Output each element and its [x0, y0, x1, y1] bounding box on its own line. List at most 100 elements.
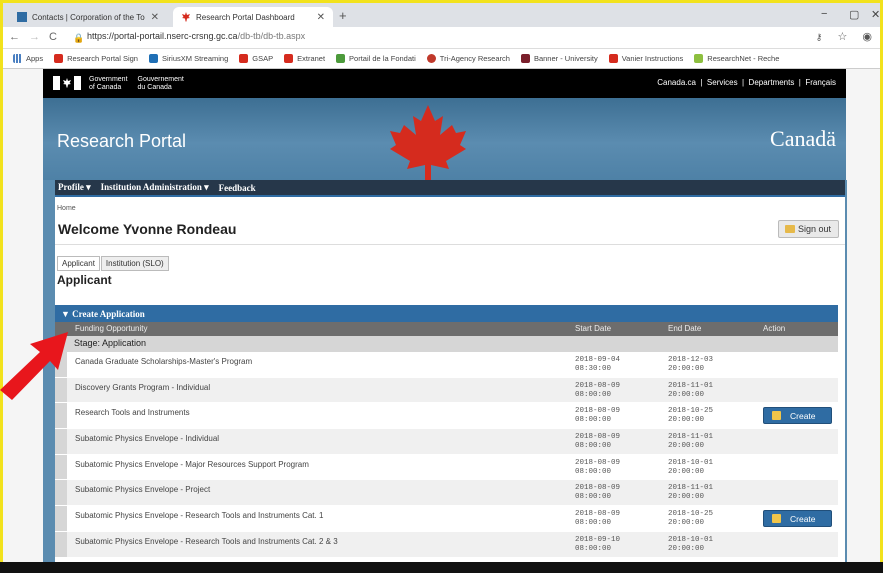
end-time: 20:00:00: [668, 416, 705, 425]
end-time: 20:00:00: [668, 544, 705, 553]
bookmark-research-portal[interactable]: Research Portal Sign: [54, 54, 138, 63]
browser-tab-label: Contacts | Corporation of the To: [32, 12, 145, 22]
start-date: 2018-08-09: [575, 407, 621, 416]
contacts-favicon-icon: [17, 12, 27, 22]
table-row[interactable]: Subatomic Physics Envelope - Individual 2…: [55, 429, 838, 455]
funding-opportunity-name: Research Tools and Instruments: [75, 408, 190, 418]
start-date: 2018-08-09: [575, 381, 621, 390]
table-row[interactable]: Subatomic Physics Envelope - Major Resou…: [55, 454, 838, 481]
menu-profile[interactable]: Profile ▾: [58, 182, 91, 193]
table-row[interactable]: Research Tools and Instruments 2018-08-09…: [55, 403, 838, 430]
start-date: 2018-08-09: [575, 510, 621, 519]
key-icon[interactable]: ⚷: [816, 32, 823, 42]
browser-tab-contacts[interactable]: Contacts | Corporation of the To ✕: [9, 7, 167, 27]
research-portal-banner: Research Portal Canadä: [43, 98, 846, 180]
create-button[interactable]: Create: [763, 407, 832, 425]
bookmark-tri-agency[interactable]: Tri-Agency Research: [426, 54, 510, 63]
close-window-icon[interactable]: ✕: [871, 8, 880, 21]
maximize-icon[interactable]: ▢: [849, 8, 859, 21]
role-tabs: Applicant Institution (SLO): [57, 256, 170, 271]
main-content: Home Welcome Yvonne Rondeau Sign out App…: [55, 197, 845, 573]
table-row[interactable]: Subatomic Physics Envelope - Research To…: [55, 506, 838, 532]
tab-institution-slo[interactable]: Institution (SLO): [100, 256, 169, 271]
goc-name-en-1: Government: [89, 76, 128, 83]
sign-out-button[interactable]: Sign out: [777, 220, 839, 238]
back-icon[interactable]: ←: [9, 31, 20, 43]
start-date: 2018-09-10: [575, 535, 621, 544]
bookmarks-bar: Apps Research Portal Sign SiriusXM Strea…: [3, 49, 880, 69]
bookmark-extranet[interactable]: Extranet: [284, 54, 325, 63]
goc-header-bar: Government of Canada Gouvernement du Canad…: [43, 69, 846, 98]
bookmark-researchnet[interactable]: ResearchNet - Reche: [694, 54, 779, 63]
menu-institution-administration[interactable]: Institution Administration ▾: [101, 182, 209, 193]
sign-out-icon: [784, 225, 795, 233]
bookmark-portail[interactable]: Portail de la Fondati: [336, 54, 416, 63]
star-icon[interactable]: ☆: [837, 31, 847, 43]
bookmark-banner[interactable]: Banner - University: [520, 54, 598, 63]
goc-links[interactable]: Canada.ca | Services | Departments | Fra…: [657, 78, 836, 87]
reload-icon[interactable]: C: [49, 31, 57, 43]
goc-name-fr-1: Gouvernement: [137, 76, 184, 83]
stage-group-row[interactable]: ∨ Stage: Application: [55, 336, 838, 352]
start-time: 08:00:00: [575, 493, 612, 502]
start-time: 08:00:00: [575, 390, 612, 399]
new-tab-icon[interactable]: +: [339, 8, 347, 23]
bookmark-vanier[interactable]: Vanier Instructions: [608, 54, 683, 63]
main-menu: Profile ▾ Institution Administration ▾ F…: [55, 180, 845, 197]
row-indent: [55, 454, 67, 480]
bookmark-label: Tri-Agency Research: [439, 54, 510, 63]
browser-tab-strip: Contacts | Corporation of the To ✕ Resea…: [3, 3, 880, 27]
bookmark-label: GSAP: [252, 54, 274, 63]
browser-tab-label: Research Portal Dashboard: [196, 12, 295, 22]
forward-icon[interactable]: →: [29, 31, 40, 43]
close-icon[interactable]: ✕: [317, 12, 325, 23]
divider: [55, 244, 845, 245]
end-date-cell: 2018-10-25 20:00:00: [668, 407, 713, 425]
column-end-date: End Date: [668, 324, 702, 333]
bookmark-apps[interactable]: Apps: [13, 54, 43, 63]
create-application-panel-header[interactable]: ▼ Create Application: [55, 305, 838, 322]
profile-icon[interactable]: ◉: [862, 31, 872, 43]
maple-leaf-icon: [390, 105, 466, 180]
start-date-cell: 2018-08-09 08:00:00: [575, 484, 620, 502]
tab-applicant[interactable]: Applicant: [57, 256, 100, 271]
funding-opportunity-name: Canada Graduate Scholarships-Master's Pr…: [75, 357, 253, 366]
end-time: 20:00:00: [668, 467, 705, 476]
bookmark-label: Research Portal Sign: [67, 54, 138, 63]
funding-opportunity-name: Discovery Grants Program - Individual: [75, 382, 211, 392]
close-icon[interactable]: ✕: [151, 12, 159, 23]
start-time: 08:00:00: [575, 467, 612, 476]
row-indent: [55, 531, 67, 557]
table-row[interactable]: Subatomic Physics Envelope - Project 2018…: [55, 480, 838, 507]
goc-name-en-2: of Canada: [89, 84, 122, 91]
table-row[interactable]: Canada Graduate Scholarships-Master's Pr…: [55, 352, 838, 378]
create-button[interactable]: Create: [763, 510, 832, 528]
url-field[interactable]: https://portal-portail.nserc-crsng.gc.ca…: [87, 31, 305, 41]
start-date: 2018-08-09: [575, 433, 621, 442]
minimize-icon[interactable]: −: [821, 8, 827, 20]
end-time: 20:00:00: [668, 493, 705, 502]
browser-tab-research-portal[interactable]: Research Portal Dashboard ✕: [173, 7, 333, 27]
sign-out-label: Sign out: [797, 224, 831, 234]
bookmark-label: Extranet: [297, 54, 326, 63]
create-label: Create: [790, 410, 816, 421]
table-row[interactable]: Subatomic Physics Envelope - Research To…: [55, 531, 838, 558]
goc-signature[interactable]: Government of Canada Gouvernement du Canad…: [53, 76, 184, 92]
bookmark-siriusxm[interactable]: SiriusXM Streaming: [148, 54, 229, 63]
red-arrow-annotation: [0, 332, 68, 400]
bookmark-gsap[interactable]: GSAP: [239, 54, 273, 63]
breadcrumb[interactable]: Home: [57, 205, 76, 212]
start-time: 08:00:00: [575, 519, 612, 528]
start-date-cell: 2018-08-09 08:00:00: [575, 510, 620, 528]
stage-label: Stage: Application: [74, 338, 147, 348]
bookmark-label: SiriusXM Streaming: [161, 54, 229, 63]
maple-leaf-icon: [181, 12, 191, 22]
siriusxm-icon: [148, 54, 158, 63]
portal-title: Research Portal: [57, 131, 187, 151]
funding-opportunity-name: Subatomic Physics Envelope - Research To…: [75, 536, 338, 546]
end-date-cell: 2018-11-01 20:00:00: [668, 433, 713, 451]
start-time: 08:00:00: [575, 416, 612, 425]
table-row[interactable]: Discovery Grants Program - Individual 201…: [55, 377, 838, 404]
menu-feedback[interactable]: Feedback: [219, 183, 256, 193]
end-date: 2018-11-01: [668, 433, 714, 442]
